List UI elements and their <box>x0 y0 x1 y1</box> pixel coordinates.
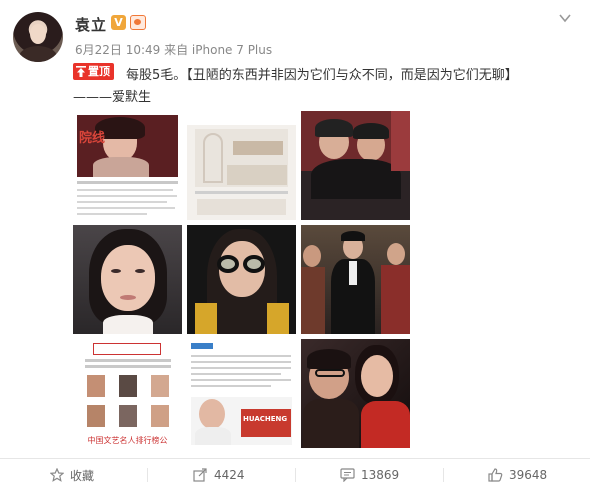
photo-8[interactable]: HUACHENG <box>187 339 296 448</box>
photo-7[interactable]: 中国文艺名人排行榜公 <box>73 339 182 448</box>
pin-arrow-icon <box>76 66 86 77</box>
photo-1[interactable]: 院线 <box>73 111 182 220</box>
post-text-line-1: 每股5毛。【丑陋的东西并非因为它们与众不同，而是因为它们无聊】 <box>126 68 518 83</box>
repost-icon <box>193 468 207 482</box>
photo-grid: 院线 中国文艺名人排行榜公 HUACHENG <box>73 111 410 448</box>
avatar[interactable] <box>13 12 63 62</box>
weibo-post-card: 袁立 V 6月22日 10:49 来自 iPhone 7 Plus 置顶 每股5… <box>0 0 590 490</box>
chevron-down-icon[interactable] <box>558 11 572 25</box>
level-badge-icon <box>130 15 146 30</box>
action-separator <box>147 468 148 482</box>
post-text-line-2: ———爱默生 <box>73 90 152 105</box>
action-separator <box>295 468 296 482</box>
action-separator <box>443 468 444 482</box>
like-button[interactable]: 39648 <box>488 466 547 484</box>
like-count: 39648 <box>509 468 548 482</box>
verified-v-icon: V <box>111 15 126 30</box>
photo-4[interactable] <box>73 225 182 334</box>
post-meta: 6月22日 10:49 来自 iPhone 7 Plus <box>75 43 273 57</box>
favorite-label: 收藏 <box>70 468 95 483</box>
comment-count: 13869 <box>361 468 400 482</box>
repost-count: 4424 <box>214 468 245 482</box>
star-icon <box>50 468 64 482</box>
comment-icon <box>340 468 355 482</box>
photo-6[interactable] <box>301 225 410 334</box>
pinned-label: 置顶 <box>88 65 110 78</box>
photo-7-caption: 中国文艺名人排行榜公 <box>87 436 168 445</box>
photo-5[interactable] <box>187 225 296 334</box>
photo-2[interactable] <box>187 111 296 220</box>
author-name[interactable]: 袁立 <box>75 14 107 35</box>
photo-8-caption: HUACHENG <box>243 415 288 423</box>
footer-divider <box>0 458 590 459</box>
favorite-button[interactable]: 收藏 <box>50 466 94 484</box>
photo-3[interactable] <box>301 111 410 220</box>
repost-button[interactable]: 4424 <box>193 466 245 484</box>
comment-button[interactable]: 13869 <box>340 466 399 484</box>
pinned-tag: 置顶 <box>73 63 114 80</box>
thumbs-up-icon <box>488 468 503 482</box>
photo-1-caption: 院线 <box>79 131 106 146</box>
photo-9[interactable] <box>301 339 410 448</box>
